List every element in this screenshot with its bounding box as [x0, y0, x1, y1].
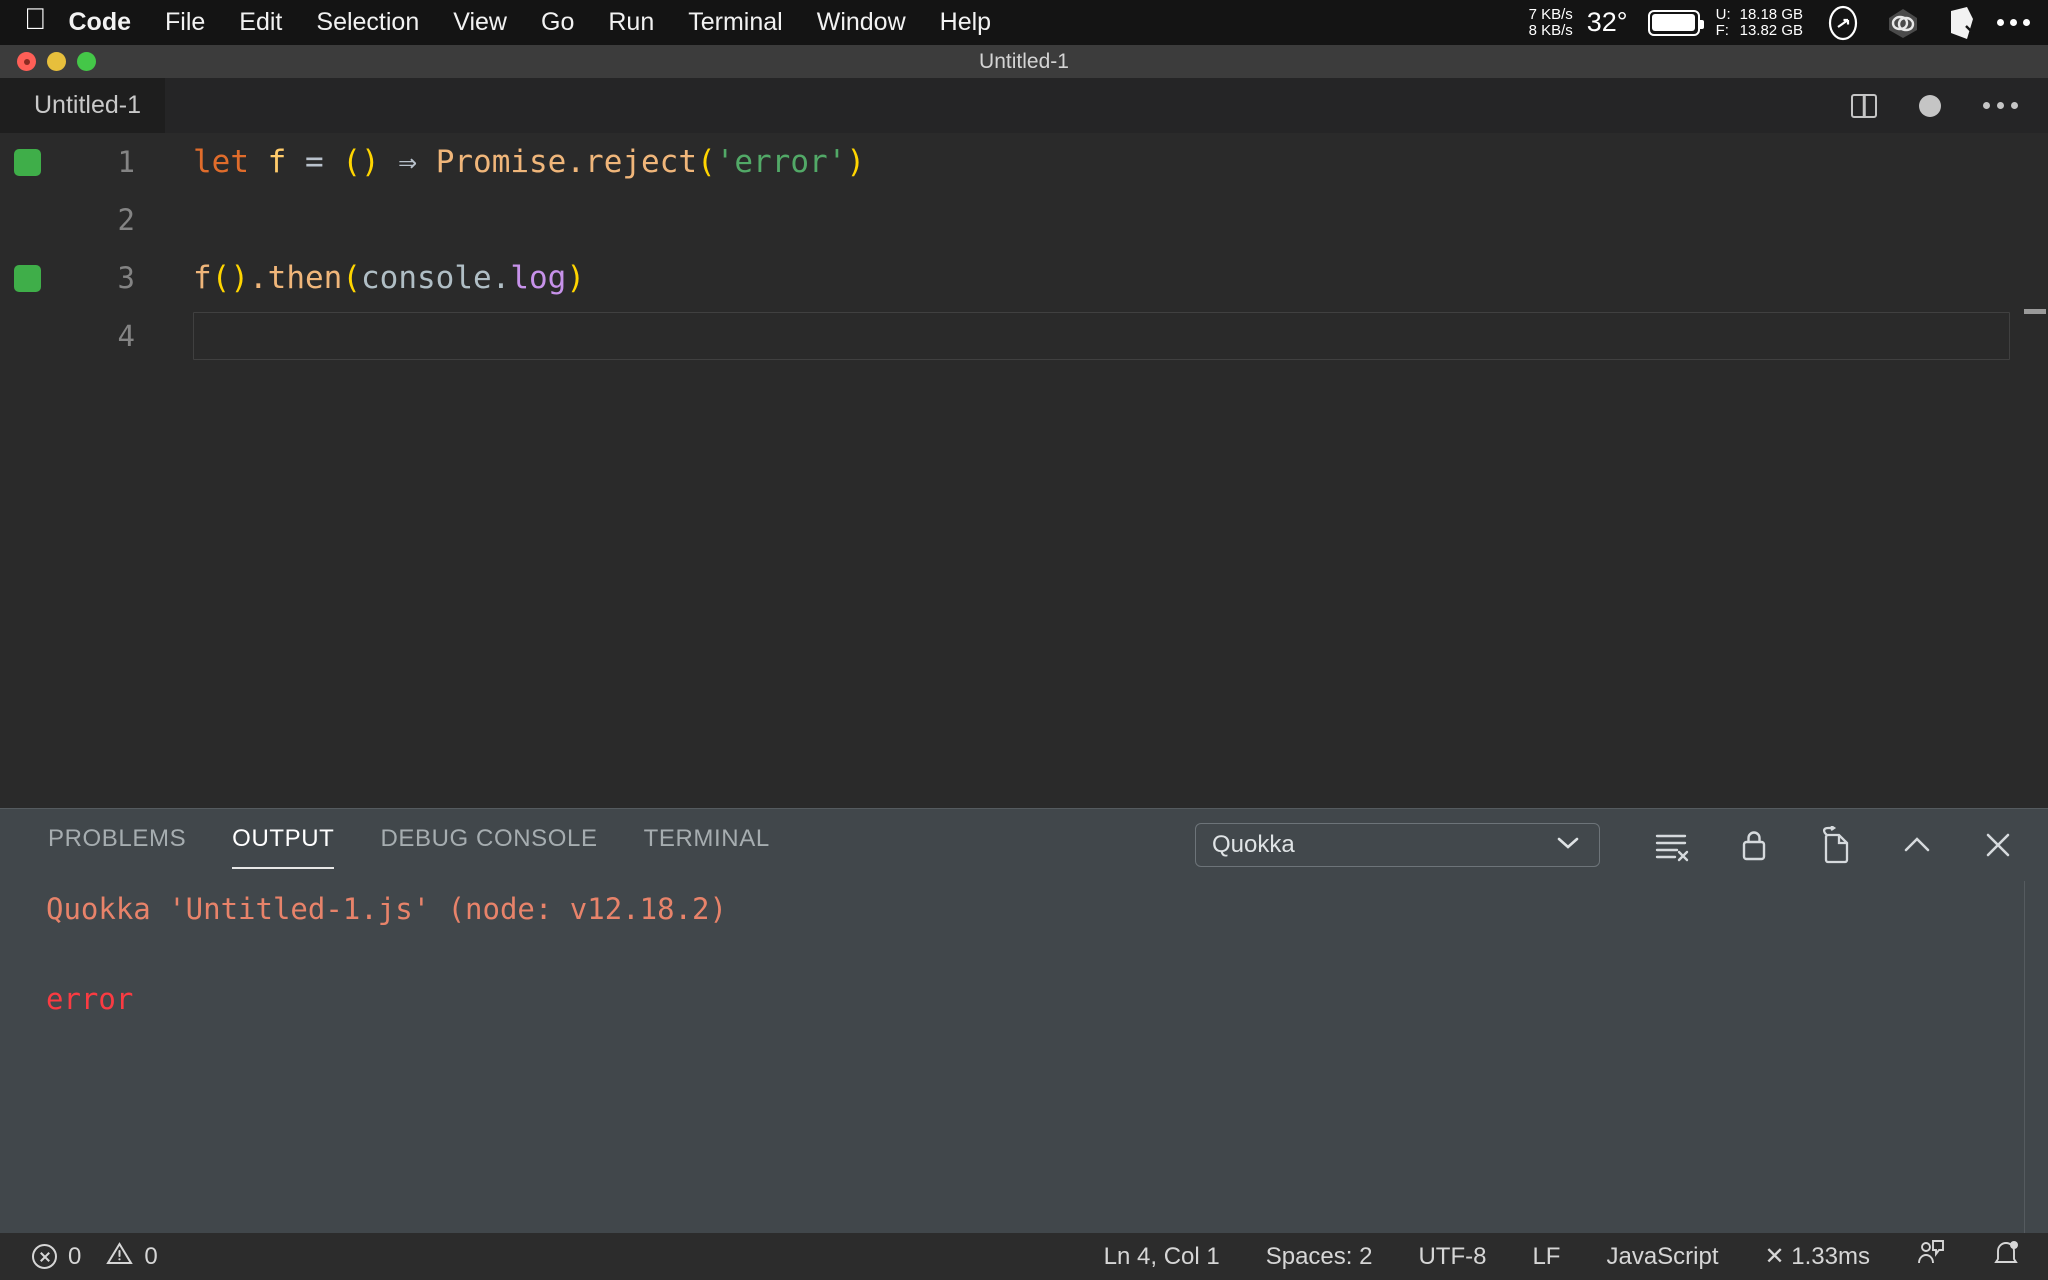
- close-panel-icon[interactable]: [1982, 829, 2014, 861]
- macos-menu-bar:  Code File Edit Selection View Go Run T…: [0, 0, 2048, 45]
- speedometer-icon[interactable]: [1825, 5, 1861, 41]
- menu-item-code[interactable]: Code: [69, 8, 132, 37]
- split-editor-icon[interactable]: [1851, 93, 1877, 118]
- status-indentation[interactable]: Spaces: 2: [1266, 1243, 1373, 1271]
- status-bar-left: 0 0: [32, 1241, 158, 1273]
- bottom-panel: PROBLEMS OUTPUT DEBUG CONSOLE TERMINAL Q…: [0, 808, 2048, 1233]
- network-download-speed: 8 KB/s: [1528, 21, 1573, 39]
- status-encoding[interactable]: UTF-8: [1418, 1243, 1486, 1271]
- output-channel-value: Quokka: [1212, 831, 1295, 858]
- status-eol[interactable]: LF: [1532, 1243, 1560, 1271]
- panel-tab-debug-console[interactable]: DEBUG CONSOLE: [380, 825, 597, 865]
- disk-free-value: 13.82 GB: [1739, 21, 1803, 39]
- active-line-highlight: [193, 312, 2010, 360]
- unsaved-dot-icon[interactable]: [1919, 94, 1941, 117]
- editor-tab-untitled-1[interactable]: Untitled-1: [0, 78, 165, 133]
- window-title-bar: Untitled-1: [0, 45, 2048, 78]
- quokka-icon[interactable]: [1945, 5, 1975, 41]
- menu-item-edit[interactable]: Edit: [239, 8, 282, 37]
- menu-item-view[interactable]: View: [453, 8, 507, 37]
- line-number: 3: [117, 261, 135, 295]
- menu-item-terminal[interactable]: Terminal: [688, 8, 782, 37]
- cpu-temperature[interactable]: 32°: [1587, 7, 1628, 38]
- status-bar-right: Ln 4, Col 1 Spaces: 2 UTF-8 LF JavaScrip…: [1104, 1238, 2048, 1275]
- status-language-mode[interactable]: JavaScript: [1606, 1243, 1718, 1271]
- disk-used-value: 18.18 GB: [1739, 5, 1803, 23]
- status-cursor-position[interactable]: Ln 4, Col 1: [1104, 1243, 1220, 1271]
- status-warnings-count[interactable]: 0: [144, 1243, 157, 1271]
- panel-tab-terminal[interactable]: TERMINAL: [644, 825, 770, 865]
- chevron-down-icon: [1553, 831, 1583, 859]
- feedback-person-icon[interactable]: [1916, 1238, 1946, 1275]
- menu-item-selection[interactable]: Selection: [316, 8, 419, 37]
- editor-tab-bar: Untitled-1: [0, 78, 2048, 133]
- status-quokka-time[interactable]: ✕ 1.33ms: [1765, 1242, 1870, 1271]
- line-number: 1: [117, 145, 135, 179]
- network-speed-indicator[interactable]: 7 KB/s 8 KB/s: [1528, 5, 1573, 39]
- code-line[interactable]: 4: [0, 307, 2048, 365]
- status-errors-count[interactable]: 0: [68, 1243, 81, 1271]
- menu-item-go[interactable]: Go: [541, 8, 574, 37]
- clear-output-icon[interactable]: [1652, 828, 1690, 862]
- battery-full-icon[interactable]: [1647, 9, 1704, 36]
- menu-item-run[interactable]: Run: [608, 8, 654, 37]
- editor-lines[interactable]: 1 let f = () ⇒ Promise.reject('error') 2 3 f…: [0, 133, 2048, 365]
- code-editor[interactable]: 1 let f = () ⇒ Promise.reject('error') 2 3 f…: [0, 133, 2048, 808]
- panel-tab-bar: PROBLEMS OUTPUT DEBUG CONSOLE TERMINAL Q…: [0, 809, 2048, 881]
- editor-scrollbar[interactable]: [2024, 133, 2048, 808]
- editor-tab-label: Untitled-1: [34, 91, 141, 119]
- disk-usage-indicator[interactable]: U: F: 18.18 GB 13.82 GB: [1715, 5, 1803, 39]
- menu-item-help[interactable]: Help: [940, 8, 991, 37]
- window-title: Untitled-1: [979, 49, 1069, 73]
- code-line[interactable]: 2: [0, 191, 2048, 249]
- open-in-editor-icon[interactable]: [1818, 826, 1852, 864]
- line-content: let f = () ⇒ Promise.reject('error'): [193, 144, 866, 180]
- panel-scrollbar[interactable]: [2024, 881, 2048, 1233]
- panel-tab-output[interactable]: OUTPUT: [232, 825, 335, 869]
- more-actions-icon[interactable]: [1983, 102, 2018, 109]
- editor-scroll-marker: [2024, 309, 2046, 314]
- disk-free-label: F:: [1715, 21, 1729, 39]
- warning-triangle-icon[interactable]: [106, 1241, 134, 1273]
- network-upload-speed: 7 KB/s: [1528, 5, 1573, 23]
- line-number: 4: [117, 319, 135, 353]
- lock-scroll-icon[interactable]: [1738, 827, 1770, 863]
- line-number: 2: [117, 203, 135, 237]
- apple-logo-icon[interactable]: : [24, 4, 47, 35]
- control-center-dots-icon[interactable]: [1997, 19, 2030, 26]
- maximize-panel-icon[interactable]: [1900, 831, 1934, 859]
- panel-actions: Quokka: [1195, 823, 2048, 867]
- code-line[interactable]: 3 f().then(console.log): [0, 249, 2048, 307]
- menu-item-window[interactable]: Window: [817, 8, 906, 37]
- line-content: f().then(console.log): [193, 260, 585, 296]
- disk-used-label: U:: [1715, 5, 1731, 23]
- code-line[interactable]: 1 let f = () ⇒ Promise.reject('error'): [0, 133, 2048, 191]
- menu-item-file[interactable]: File: [165, 8, 205, 37]
- status-bar: 0 0 Ln 4, Col 1 Spaces: 2 UTF-8 LF JavaS…: [0, 1233, 2048, 1280]
- menu-bar-status-items: 7 KB/s 8 KB/s 32° U: F: 18.18 GB 13.82 G…: [1529, 0, 2048, 45]
- output-error-line: error: [46, 982, 134, 1016]
- panel-tab-problems[interactable]: PROBLEMS: [48, 825, 186, 865]
- output-header-line: Quokka 'Untitled-1.js' (node: v12.18.2): [46, 892, 727, 926]
- notification-bell-icon[interactable]: [1992, 1238, 2020, 1275]
- editor-tab-actions: [1851, 93, 2048, 118]
- output-channel-select[interactable]: Quokka: [1195, 823, 1600, 867]
- bluetooth-link-icon[interactable]: [1883, 5, 1923, 41]
- panel-output-body[interactable]: Quokka 'Untitled-1.js' (node: v12.18.2) …: [0, 881, 2048, 1233]
- error-circle-icon[interactable]: [32, 1244, 57, 1269]
